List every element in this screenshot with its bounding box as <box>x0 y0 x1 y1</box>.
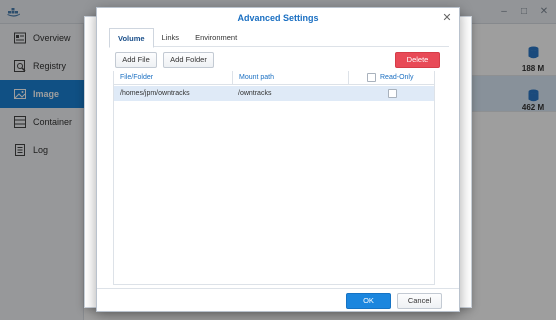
dialog-title: Advanced Settings <box>237 13 319 23</box>
file-folder-cell: /homes/jpm/owntracks <box>120 90 190 97</box>
tab-bar: Volume Links Environment <box>109 28 449 48</box>
table-header: File/Folder Mount path Read-Only <box>114 71 434 85</box>
tab-volume[interactable]: Volume <box>109 28 154 48</box>
read-only-checkbox[interactable] <box>388 89 397 98</box>
cancel-button[interactable]: Cancel <box>397 293 442 309</box>
ok-button[interactable]: OK <box>346 293 391 309</box>
tab-links[interactable]: Links <box>154 28 188 47</box>
column-header-mount-path[interactable]: Mount path <box>232 71 348 85</box>
add-folder-button[interactable]: Add Folder <box>163 52 214 68</box>
add-file-button[interactable]: Add File <box>115 52 157 68</box>
volume-table: File/Folder Mount path Read-Only /homes/… <box>113 71 435 285</box>
delete-button[interactable]: Delete <box>395 52 440 68</box>
advanced-settings-dialog: Advanced Settings ✕ Volume Links Environ… <box>96 7 460 312</box>
tab-environment[interactable]: Environment <box>187 28 245 47</box>
footer-divider <box>97 288 459 289</box>
mount-path-cell: /owntracks <box>238 90 272 97</box>
column-header-read-only[interactable]: Read-Only <box>348 71 434 85</box>
read-only-select-all-checkbox[interactable] <box>367 73 376 82</box>
close-icon[interactable]: ✕ <box>441 12 453 24</box>
table-row[interactable]: /homes/jpm/owntracks /owntracks <box>114 86 434 101</box>
column-header-label: Read-Only <box>380 74 414 81</box>
column-header-file-folder[interactable]: File/Folder <box>114 71 232 85</box>
